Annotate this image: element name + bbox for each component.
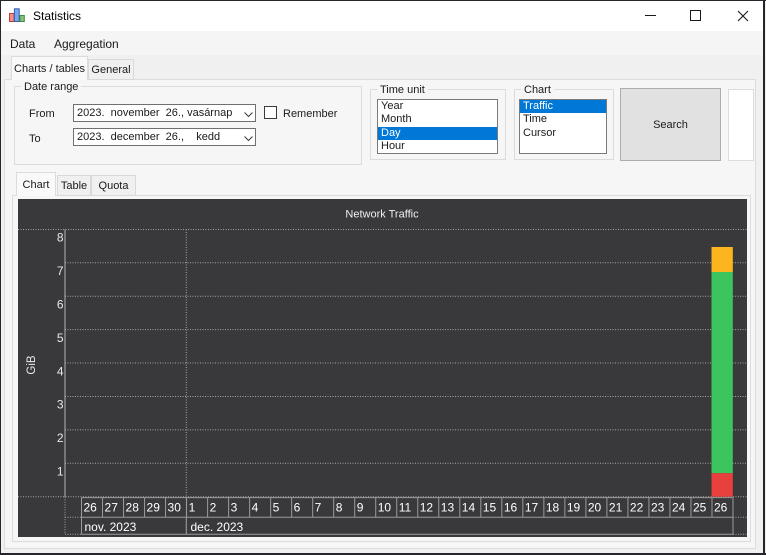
svg-text:16: 16 <box>504 501 518 515</box>
svg-text:30: 30 <box>168 501 182 515</box>
svg-text:5: 5 <box>273 501 280 515</box>
svg-text:22: 22 <box>630 501 644 515</box>
svg-text:3: 3 <box>231 501 238 515</box>
svg-text:10: 10 <box>378 501 392 515</box>
svg-text:28: 28 <box>126 501 140 515</box>
svg-text:21: 21 <box>609 501 623 515</box>
svg-text:5: 5 <box>57 331 64 345</box>
svg-text:25: 25 <box>693 501 707 515</box>
svg-text:7: 7 <box>57 264 64 278</box>
svg-text:Network Traffic: Network Traffic <box>345 209 419 221</box>
svg-text:4: 4 <box>252 501 259 515</box>
svg-text:26: 26 <box>714 501 728 515</box>
svg-text:3: 3 <box>57 398 64 412</box>
svg-text:13: 13 <box>441 501 455 515</box>
svg-text:nov. 2023: nov. 2023 <box>85 520 137 534</box>
svg-text:17: 17 <box>525 501 539 515</box>
svg-text:24: 24 <box>672 501 686 515</box>
svg-text:1: 1 <box>57 465 64 479</box>
svg-text:11: 11 <box>399 501 412 515</box>
svg-text:7: 7 <box>315 501 322 515</box>
svg-text:6: 6 <box>57 298 64 312</box>
svg-text:6: 6 <box>294 501 301 515</box>
svg-text:8: 8 <box>336 501 343 515</box>
svg-text:23: 23 <box>651 501 665 515</box>
svg-text:18: 18 <box>546 501 560 515</box>
svg-text:2: 2 <box>57 431 64 445</box>
svg-text:9: 9 <box>357 501 364 515</box>
svg-text:27: 27 <box>105 501 119 515</box>
svg-text:26: 26 <box>84 501 98 515</box>
svg-text:dec. 2023: dec. 2023 <box>191 520 244 534</box>
svg-text:19: 19 <box>567 501 581 515</box>
svg-text:12: 12 <box>420 501 434 515</box>
svg-text:4: 4 <box>57 364 64 378</box>
svg-text:14: 14 <box>462 501 476 515</box>
svg-text:2: 2 <box>210 501 217 515</box>
svg-text:15: 15 <box>483 501 497 515</box>
svg-text:8: 8 <box>57 231 64 245</box>
svg-text:20: 20 <box>588 501 602 515</box>
svg-text:GiB: GiB <box>26 355 38 375</box>
svg-text:29: 29 <box>147 501 161 515</box>
svg-text:1: 1 <box>189 501 196 515</box>
